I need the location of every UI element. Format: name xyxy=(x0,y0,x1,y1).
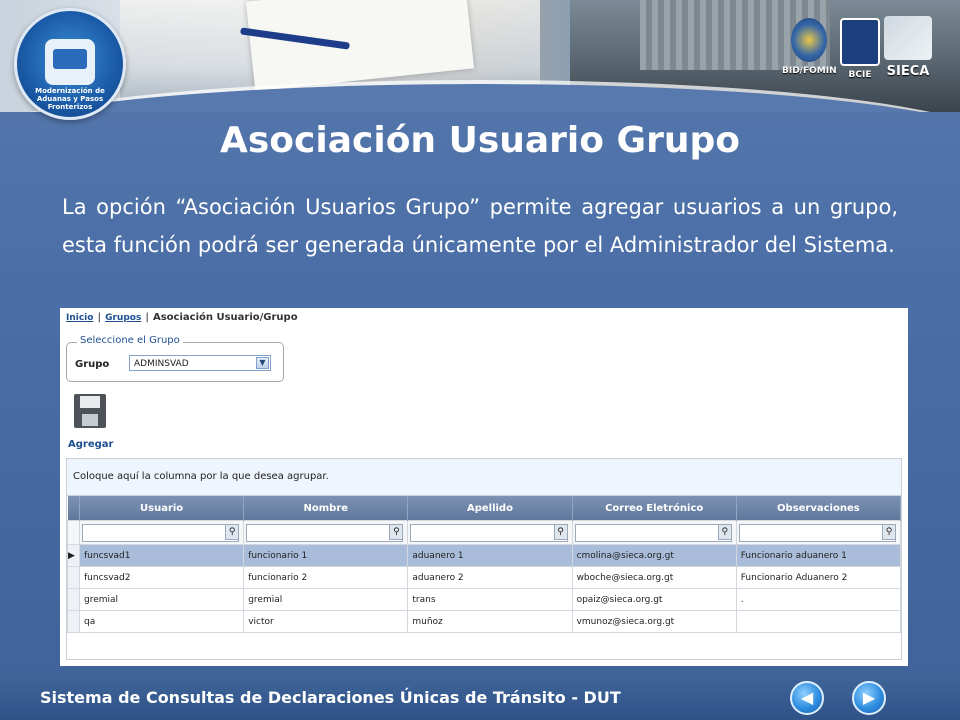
logo-text: Modernización de Aduanas y Pasos Fronter… xyxy=(35,87,105,111)
group-by-area[interactable]: Coloque aquí la columna por la que desea… xyxy=(67,459,901,496)
table-row[interactable]: qa victor muñoz vmunoz@sieca.org.gt xyxy=(67,610,902,633)
magnifier-icon[interactable]: ⚲ xyxy=(553,523,568,540)
cell-apellido: aduanero 2 xyxy=(407,566,573,589)
magnifier-icon[interactable]: ⚲ xyxy=(882,523,896,540)
filter-row: ⚲ ⚲ ⚲ ⚲ ⚲ xyxy=(67,520,902,545)
table-row[interactable]: gremial gremial trans opaiz@sieca.org.gt… xyxy=(67,588,902,611)
column-header-observaciones[interactable]: Observaciones xyxy=(736,496,902,521)
group-fieldset: Seleccione el Grupo Grupo ADMINSVAD ▼ xyxy=(66,335,284,382)
previous-slide-button[interactable]: ◀ xyxy=(790,681,824,715)
partner-logo-sieca: SIECA xyxy=(884,16,932,79)
filter-cell-correo: ⚲ xyxy=(571,520,737,545)
filter-cell-observaciones: ⚲ xyxy=(735,520,902,545)
cell-correo: wboche@sieca.org.gt xyxy=(571,566,737,589)
filter-cell-nombre: ⚲ xyxy=(243,520,409,545)
column-header-usuario[interactable]: Usuario xyxy=(79,496,245,521)
truck-icon xyxy=(45,39,95,85)
app-screenshot: Inicio | Grupos | Asociación Usuario/Grupo S… xyxy=(60,308,908,666)
next-slide-button[interactable]: ▶ xyxy=(852,681,886,715)
cell-observaciones: . xyxy=(735,588,902,611)
group-fieldset-legend: Seleccione el Grupo xyxy=(77,335,183,346)
partner-label: BID/FOMIN xyxy=(782,66,837,76)
cell-observaciones: Funcionario Aduanero 2 xyxy=(735,566,902,589)
slide: BID/FOMIN BCIE SIECA Modernización de Ad… xyxy=(0,0,960,720)
arrow-left-icon: ◀ xyxy=(800,688,814,707)
column-header-nombre[interactable]: Nombre xyxy=(243,496,409,521)
floppy-disk-icon xyxy=(74,394,106,428)
cell-nombre: gremial xyxy=(243,588,409,611)
row-indicator xyxy=(67,520,80,545)
column-header-apellido[interactable]: Apellido xyxy=(407,496,573,521)
group-select-value: ADMINSVAD xyxy=(134,359,189,369)
header-banner: BID/FOMIN BCIE SIECA xyxy=(0,0,960,112)
save-button[interactable] xyxy=(74,394,106,428)
breadcrumb-grupos-link[interactable]: Grupos xyxy=(105,313,141,323)
users-grid: Coloque aquí la columna por la que desea… xyxy=(66,458,902,660)
row-indicator xyxy=(67,566,80,589)
cell-usuario: qa xyxy=(78,610,245,633)
cell-apellido: muñoz xyxy=(407,610,573,633)
users-table: Usuario Nombre Apellido Correo Eletrónic… xyxy=(67,496,902,633)
row-indicator xyxy=(67,610,80,633)
filter-cell-usuario: ⚲ xyxy=(78,520,245,545)
cell-correo: vmunoz@sieca.org.gt xyxy=(571,610,737,633)
bcie-emblem-icon xyxy=(840,18,880,66)
cell-observaciones: Funcionario aduanero 1 xyxy=(735,544,902,567)
floppy-label xyxy=(80,396,100,408)
filter-input-usuario[interactable]: ⚲ xyxy=(82,523,240,542)
row-indicator xyxy=(67,588,80,611)
filter-input-correo[interactable]: ⚲ xyxy=(574,523,732,542)
cell-apellido: aduanero 1 xyxy=(407,544,573,567)
bid-emblem-icon xyxy=(791,18,828,62)
agregar-label[interactable]: Agregar xyxy=(68,439,113,450)
slide-intro: La opción “Asociación Usuarios Grupo” pe… xyxy=(62,195,898,257)
footer-text: Sistema de Consultas de Declaraciones Ún… xyxy=(40,688,621,707)
cell-usuario: funcsvad1 xyxy=(78,544,245,567)
cell-observaciones xyxy=(735,610,902,633)
breadcrumb-current: Asociación Usuario/Grupo xyxy=(152,312,298,323)
chevron-down-icon[interactable]: ▼ xyxy=(256,357,269,369)
partner-logo-bcie: BCIE xyxy=(840,18,880,80)
column-header-correo[interactable]: Correo Eletrónico xyxy=(572,496,737,521)
cell-usuario: gremial xyxy=(78,588,245,611)
cell-usuario: funcsvad2 xyxy=(78,566,245,589)
table-row[interactable]: ▶ funcsvad1 funcionario 1 aduanero 1 cmo… xyxy=(67,544,902,567)
cell-nombre: victor xyxy=(243,610,409,633)
group-label: Grupo xyxy=(75,359,110,370)
filter-cell-apellido: ⚲ xyxy=(407,520,573,545)
arrow-right-icon: ▶ xyxy=(862,688,876,707)
current-row-arrow-icon: ▶ xyxy=(67,544,80,567)
partner-label: BCIE xyxy=(848,70,872,80)
filter-input-apellido[interactable]: ⚲ xyxy=(410,523,568,542)
header-indicator xyxy=(67,496,80,521)
cell-correo: cmolina@sieca.org.gt xyxy=(571,544,737,567)
partner-label: SIECA xyxy=(886,64,930,79)
cell-nombre: funcionario 1 xyxy=(243,544,409,567)
breadcrumb: Inicio | Grupos | Asociación Usuario/Grupo xyxy=(66,312,298,323)
breadcrumb-separator: | xyxy=(145,312,149,323)
sieca-emblem-icon xyxy=(884,16,932,60)
group-select[interactable]: ADMINSVAD ▼ xyxy=(129,355,271,371)
footer-bar: Sistema de Consultas de Declaraciones Ún… xyxy=(0,676,960,720)
table-row[interactable]: funcsvad2 funcionario 2 aduanero 2 wboch… xyxy=(67,566,902,589)
magnifier-icon[interactable]: ⚲ xyxy=(389,523,404,540)
cell-nombre: funcionario 2 xyxy=(243,566,409,589)
filter-input-nombre[interactable]: ⚲ xyxy=(246,523,404,542)
magnifier-icon[interactable]: ⚲ xyxy=(225,523,240,540)
floppy-shutter xyxy=(82,414,98,426)
partner-logo-bid: BID/FOMIN xyxy=(782,18,837,76)
filter-input-observaciones[interactable]: ⚲ xyxy=(738,523,896,542)
cell-apellido: trans xyxy=(407,588,573,611)
breadcrumb-inicio-link[interactable]: Inicio xyxy=(66,313,93,323)
breadcrumb-separator: | xyxy=(97,312,102,323)
project-logo: Modernización de Aduanas y Pasos Fronter… xyxy=(14,8,126,120)
table-header-row: Usuario Nombre Apellido Correo Eletrónic… xyxy=(67,496,902,521)
slide-title: Asociación Usuario Grupo xyxy=(220,120,740,161)
cell-correo: opaiz@sieca.org.gt xyxy=(571,588,737,611)
magnifier-icon[interactable]: ⚲ xyxy=(717,523,732,540)
